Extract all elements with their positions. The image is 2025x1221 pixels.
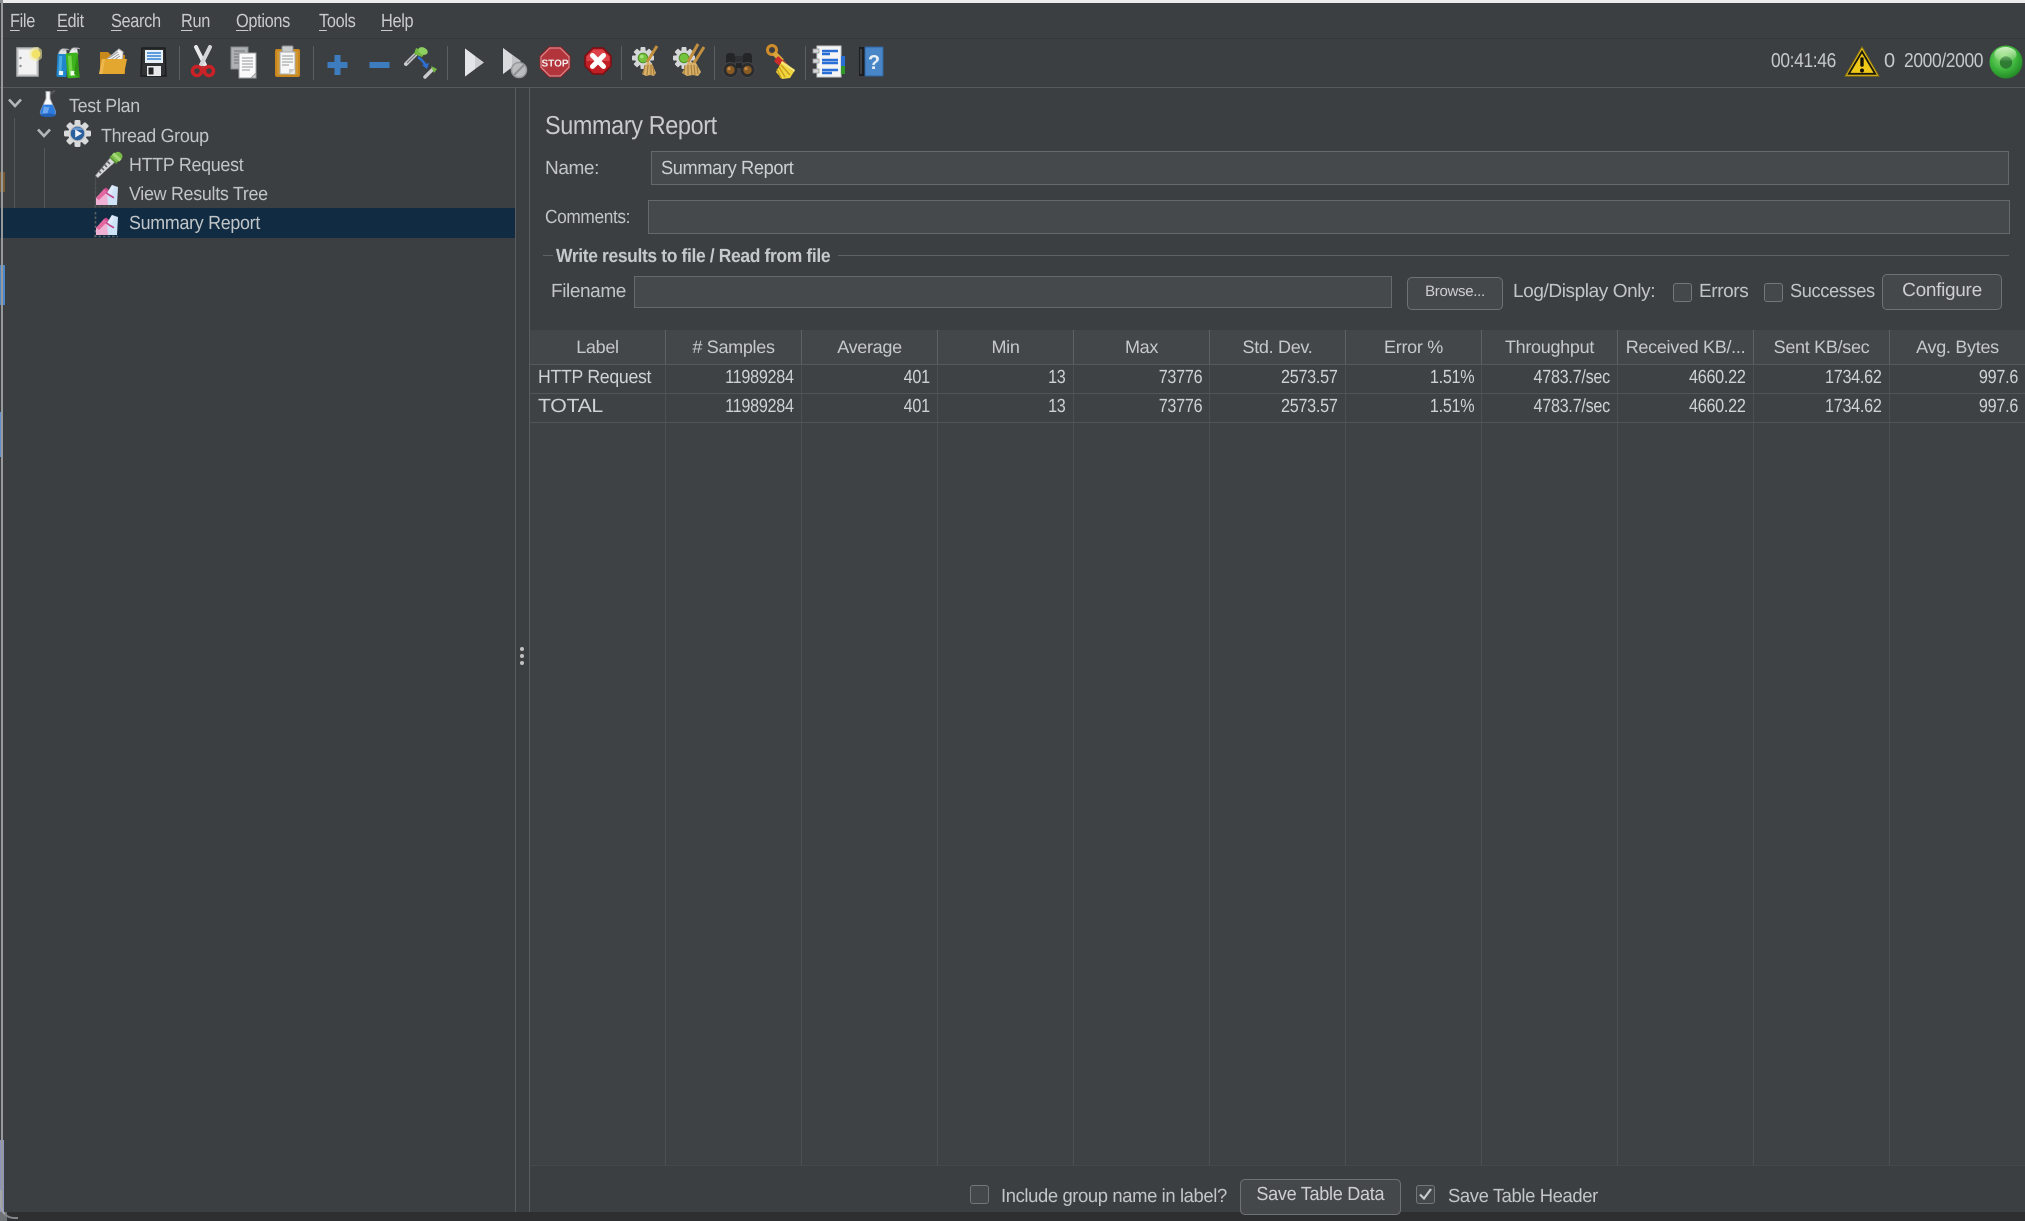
svg-text:?: ? (868, 52, 880, 74)
svg-text:STOP: STOP (541, 59, 568, 70)
